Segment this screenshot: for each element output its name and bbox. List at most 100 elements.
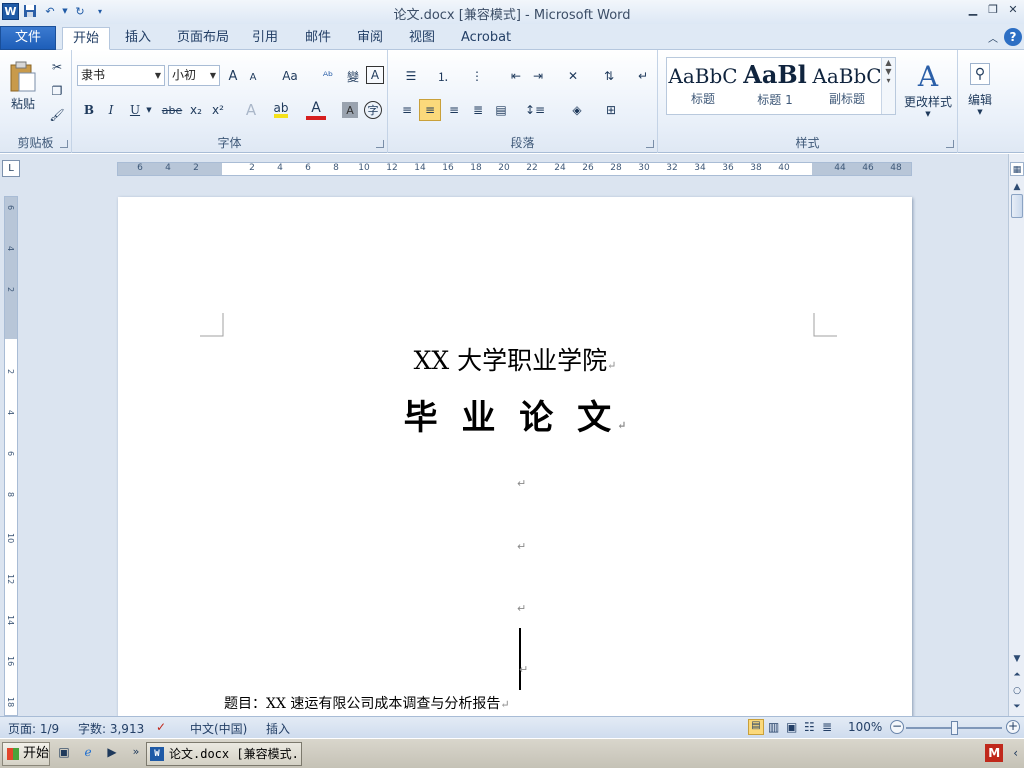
taskbar-word-item[interactable]: W 论文.docx [兼容模式...	[146, 742, 302, 766]
italic-button[interactable]: I	[102, 100, 120, 120]
language-status[interactable]: 中文(中国)	[190, 720, 247, 737]
previous-page-icon[interactable]: ⏶	[1010, 668, 1024, 682]
chinese-layout-icon[interactable]: ✕	[560, 66, 586, 86]
cut-icon[interactable]: ✂	[48, 58, 66, 76]
font-name-combo[interactable]: 隶书 ▼	[77, 65, 165, 86]
increase-indent-icon[interactable]: ⇥	[528, 66, 548, 86]
close-icon[interactable]: ✕	[1006, 3, 1020, 17]
browse-object-icon[interactable]: ○	[1010, 684, 1024, 698]
tray-expand-icon[interactable]: ‹	[1013, 746, 1018, 760]
editing-button[interactable]: ⚲ 编辑 ▼	[964, 56, 996, 122]
ruler-tick-label: 6	[137, 163, 143, 173]
tab-file[interactable]: 文件	[0, 26, 56, 50]
tab-mailings[interactable]: 邮件	[295, 27, 341, 50]
numbering-icon[interactable]: ⒈	[430, 66, 456, 86]
scroll-thumb[interactable]	[1011, 194, 1023, 218]
scroll-up-icon[interactable]: ▲	[1010, 180, 1024, 194]
style-title[interactable]: AaBbC 标题	[667, 58, 739, 114]
scroll-down-icon[interactable]: ▼	[1010, 652, 1024, 666]
show-desktop-icon[interactable]: ▣	[56, 745, 72, 761]
tab-view[interactable]: 视图	[399, 27, 445, 50]
text-effects-icon[interactable]: A	[240, 100, 262, 120]
highlight-icon[interactable]: ab	[270, 100, 292, 120]
insert-mode[interactable]: 插入	[266, 720, 290, 737]
proofing-icon[interactable]: ✓	[156, 720, 166, 734]
minimize-ribbon-icon[interactable]: ︿	[988, 30, 998, 45]
page-count[interactable]: 页面: 1/9	[8, 720, 59, 737]
print-layout-icon[interactable]: ▤	[748, 719, 764, 735]
tab-references[interactable]: 引用	[242, 27, 288, 50]
tab-review[interactable]: 审阅	[347, 27, 393, 50]
zoom-slider-thumb[interactable]	[951, 721, 958, 735]
full-screen-reading-icon[interactable]: ▥	[768, 720, 779, 734]
draft-icon[interactable]: ≣	[822, 720, 832, 734]
decrease-indent-icon[interactable]: ⇤	[506, 66, 526, 86]
tab-acrobat[interactable]: Acrobat	[451, 27, 521, 50]
show-marks-icon[interactable]: ↵	[634, 66, 652, 86]
borders-icon[interactable]: ⊞	[598, 100, 624, 120]
align-center-icon[interactable]: ≡	[419, 99, 441, 121]
align-left-icon[interactable]: ≡	[396, 100, 418, 120]
enclose-char-icon[interactable]: 字	[364, 101, 382, 119]
paragraph-launcher-icon[interactable]	[646, 140, 654, 148]
paste-button[interactable]: 粘贴	[6, 56, 40, 116]
tab-page-layout[interactable]: 页面布局	[167, 27, 239, 50]
tab-home[interactable]: 开始	[62, 27, 111, 50]
gmail-icon[interactable]: M	[985, 744, 1004, 762]
multilevel-list-icon[interactable]: ⋮	[464, 66, 490, 86]
minimize-icon[interactable]: ▁	[966, 3, 980, 17]
vertical-ruler[interactable]: 6 4 2 2 4 6 8 10 12 14 16 18	[4, 196, 18, 716]
style-subtitle[interactable]: AaBbC 副标题	[811, 58, 883, 114]
align-right-icon[interactable]: ≡	[443, 100, 465, 120]
font-size-combo[interactable]: 小初 ▼	[168, 65, 220, 86]
outline-icon[interactable]: ☷	[804, 720, 815, 734]
justify-icon[interactable]: ≣	[467, 100, 489, 120]
font-color-button[interactable]: A	[306, 100, 326, 120]
horizontal-ruler[interactable]: 6 4 2 2 4 6 8 10 12 14 16 18 20 22 24 26 28 30 32 34 36 38 40 4…	[117, 162, 912, 176]
help-icon[interactable]: ?	[1004, 28, 1022, 46]
line-spacing-icon[interactable]: ↕≡	[522, 100, 548, 120]
format-painter-icon[interactable]: 🖌	[48, 106, 66, 124]
bold-button[interactable]: B	[80, 100, 98, 120]
word-count[interactable]: 字数: 3,913	[78, 720, 144, 737]
ie-icon[interactable]: ℯ	[80, 745, 96, 761]
subscript-button[interactable]: x₂	[186, 100, 206, 120]
strikethrough-button[interactable]: abe	[160, 100, 184, 120]
phonetic-guide-icon[interactable]: 變	[342, 66, 364, 86]
zoom-in-icon[interactable]: +	[1006, 720, 1020, 734]
zoom-level[interactable]: 100%	[848, 720, 882, 734]
ruler-tick-label: 4	[6, 410, 15, 416]
next-page-icon[interactable]: ⏷	[1010, 700, 1024, 714]
change-case-button[interactable]: Aa	[277, 66, 303, 86]
char-shading-icon[interactable]: A	[342, 102, 358, 118]
more-icon[interactable]: »	[128, 745, 144, 761]
styles-launcher-icon[interactable]	[946, 140, 954, 148]
web-layout-icon[interactable]: ▣	[786, 720, 797, 734]
view-ruler-icon[interactable]: ▦	[1010, 162, 1024, 176]
restore-icon[interactable]: ❐	[986, 3, 1000, 17]
tab-insert[interactable]: 插入	[115, 27, 161, 50]
clear-format-icon[interactable]: ᴬᵇ	[318, 66, 338, 86]
underline-button[interactable]: U	[126, 100, 144, 120]
font-launcher-icon[interactable]	[376, 140, 384, 148]
vertical-scrollbar[interactable]: ▦ ▲ ▼ ⏶ ○ ⏷	[1008, 154, 1024, 716]
clipboard-launcher-icon[interactable]	[60, 140, 68, 148]
char-border-button[interactable]: A	[366, 66, 384, 84]
media-icon[interactable]: ▶	[104, 745, 120, 761]
zoom-out-icon[interactable]: −	[890, 720, 904, 734]
sort-icon[interactable]: ⇅	[598, 66, 620, 86]
grow-font-button[interactable]: A	[224, 66, 242, 86]
copy-icon[interactable]: ❐	[48, 82, 66, 100]
bullets-icon[interactable]: ☰	[398, 66, 424, 86]
shrink-font-button[interactable]: A	[245, 68, 261, 86]
distributed-icon[interactable]: ▤	[490, 100, 512, 120]
style-heading-1[interactable]: AaBl 标题 1	[739, 58, 811, 114]
start-button[interactable]: 开始	[2, 742, 50, 766]
superscript-button[interactable]: x²	[208, 100, 228, 120]
underline-dropdown-icon[interactable]: ▼	[145, 102, 153, 118]
shading-icon[interactable]: ◈	[564, 100, 590, 120]
tab-selector[interactable]: L	[2, 160, 20, 177]
change-styles-button[interactable]: A 更改样式 ▼	[902, 56, 954, 122]
styles-scroll[interactable]: ▲ ▼ ▾	[881, 58, 895, 114]
document-page[interactable]: XX 大学职业学院↵ 毕 业 论 文↵ ↵ ↵ ↵ ↵ 题目：XX 速运有限公司…	[118, 197, 912, 716]
